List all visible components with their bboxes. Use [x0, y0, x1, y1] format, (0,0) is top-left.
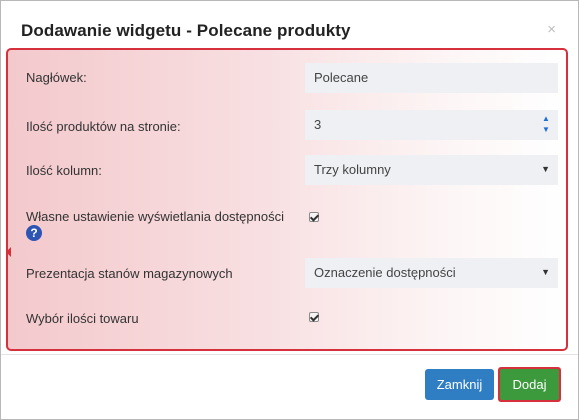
close-icon[interactable]: × [547, 21, 556, 38]
columns-selected-value: Trzy kolumny [314, 162, 391, 177]
help-icon[interactable]: ? [26, 225, 42, 241]
stock-presentation-select[interactable]: Oznaczenie dostępności ▼ [305, 258, 558, 288]
add-button[interactable]: Dodaj [498, 367, 561, 402]
products-per-page-value: 3 [314, 117, 322, 132]
footer-divider [1, 354, 578, 355]
add-button-label: Dodaj [500, 369, 559, 400]
products-per-page-label: Ilość produktów na stronie: [26, 119, 181, 134]
products-per-page-input[interactable]: 3 ▲ ▼ [305, 110, 558, 140]
availability-checkbox[interactable] [309, 212, 319, 222]
spinner-arrows-icon[interactable]: ▲ ▼ [542, 113, 550, 135]
dialog-title: Dodawanie widgetu - Polecane produkty [21, 21, 351, 40]
form-panel: Nagłówek: Polecane Ilość produktów na st… [6, 48, 568, 351]
columns-select[interactable]: Trzy kolumny ▼ [305, 155, 558, 185]
widget-dialog: Dodawanie widgetu - Polecane produkty × … [0, 0, 579, 420]
stock-presentation-label: Prezentacja stanów magazynowych [26, 266, 233, 281]
dialog-header: Dodawanie widgetu - Polecane produkty × [1, 1, 578, 47]
availability-label: Własne ustawienie wyświetlania dostępnoś… [26, 209, 284, 224]
stock-presentation-selected-value: Oznaczenie dostępności [314, 265, 456, 280]
quantity-choice-label: Wybór ilości towaru [26, 311, 139, 326]
quantity-choice-checkbox[interactable] [309, 312, 319, 322]
chevron-down-icon: ▼ [541, 267, 550, 277]
highlight-marker [6, 247, 11, 257]
header-input[interactable]: Polecane [305, 63, 558, 93]
chevron-down-icon: ▼ [541, 164, 550, 174]
header-label: Nagłówek: [26, 70, 87, 85]
columns-label: Ilość kolumn: [26, 163, 102, 178]
close-button[interactable]: Zamknij [425, 369, 494, 400]
